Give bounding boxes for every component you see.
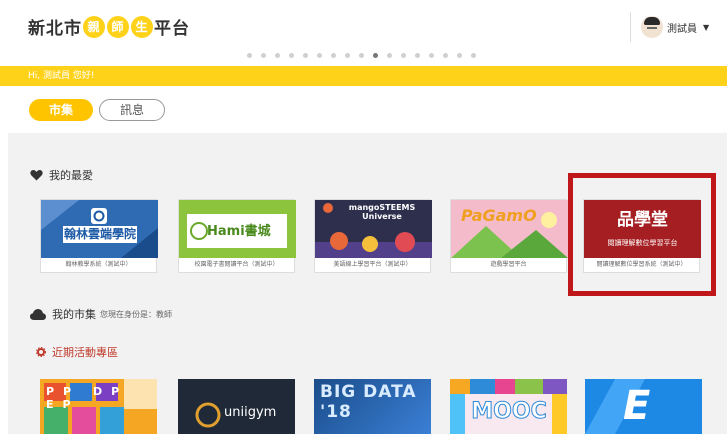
carousel-dot[interactable]: [289, 53, 294, 58]
app-card-name: 翰林雲端學院: [64, 227, 137, 241]
tile-label: BIG DATA '18: [320, 382, 417, 422]
highlight-box: [568, 173, 716, 296]
tile-label: PP DP EP: [46, 385, 129, 411]
app-card-image: Hami書城: [179, 200, 296, 258]
favorites-heading: 我的最愛: [30, 167, 93, 183]
carousel-dot[interactable]: [247, 53, 252, 58]
app-card-name: Hami書城: [207, 224, 271, 239]
event-tile-e[interactable]: E: [585, 379, 702, 434]
event-tile-bigdata[interactable]: BIG DATA '18: [314, 379, 431, 434]
carousel-dot[interactable]: [317, 53, 322, 58]
app-card-image: mangoSTEEMS Universe: [315, 200, 432, 258]
top-header: 新北市 親 師 生 平台 測試員 ▼: [0, 0, 727, 60]
favorites-title: 我的最愛: [49, 169, 93, 182]
event-tile-ppdpep[interactable]: PP DP EP: [40, 379, 157, 434]
tab-bar: 市集 訊息: [29, 99, 171, 121]
tab-market[interactable]: 市集: [29, 99, 93, 121]
carousel-dot[interactable]: [303, 53, 308, 58]
heart-icon: [30, 170, 43, 181]
event-tile-uniigym[interactable]: uniigym: [178, 379, 295, 434]
carousel-dot[interactable]: [345, 53, 350, 58]
carousel-dot[interactable]: [261, 53, 266, 58]
brand-prefix: 新北市: [28, 19, 82, 39]
carousel-dot[interactable]: [415, 53, 420, 58]
carousel-dot[interactable]: [359, 53, 364, 58]
event-tile-mooc[interactable]: MOOC: [450, 379, 567, 434]
app-card-image: PaGamO: [451, 200, 568, 258]
chevron-down-icon: ▼: [703, 22, 710, 32]
site-logo[interactable]: 新北市 親 師 生 平台: [28, 14, 190, 39]
events-heading[interactable]: 近期活動專區: [36, 344, 118, 360]
carousel-dot[interactable]: [471, 53, 476, 58]
user-name: 測試員: [667, 23, 697, 35]
app-card-name: PaGamO: [461, 206, 537, 225]
app-card-name: mangoSTEEMS Universe: [348, 203, 416, 221]
market-heading: 我的市集 您現在身份是：教師: [30, 306, 172, 322]
tile-label: MOOC: [471, 399, 547, 425]
app-card-mango[interactable]: mangoSTEEMS Universe 美語線上學習平台（測試中）: [314, 199, 432, 273]
carousel-dot[interactable]: [429, 53, 434, 58]
cloud-icon: [30, 308, 46, 320]
app-card-caption: 遊戲學習平台: [490, 261, 527, 268]
carousel-pagination: [247, 53, 485, 58]
user-role-label: 您現在身份是：教師: [100, 309, 172, 319]
carousel-dot[interactable]: [387, 53, 392, 58]
carousel-dot[interactable]: [275, 53, 280, 58]
app-card-hanlin[interactable]: 翰林雲端學院 翰林教學系統（測試中）: [40, 199, 158, 273]
tab-messages[interactable]: 訊息: [99, 99, 165, 121]
user-menu[interactable]: 測試員 ▼: [630, 12, 709, 42]
carousel-dot[interactable]: [331, 53, 336, 58]
events-title: 近期活動專區: [52, 346, 118, 359]
app-card-pagamo[interactable]: PaGamO 遊戲學習平台: [450, 199, 568, 273]
greeting-banner: Hi, 測試員 您好!: [0, 66, 727, 86]
gear-icon: [36, 347, 46, 357]
app-card-caption: 校園電子書閱讀平台（測試中）: [194, 261, 279, 268]
app-card-caption: 翰林教學系統（測試中）: [65, 261, 132, 268]
market-title: 我的市集: [52, 308, 96, 321]
brand-circle-1: 親: [83, 15, 105, 38]
carousel-dot[interactable]: [443, 53, 448, 58]
app-card-caption: 美語線上學習平台（測試中）: [333, 261, 412, 268]
carousel-dot-active[interactable]: [373, 53, 378, 58]
tile-label: uniigym: [224, 405, 277, 420]
avatar: [641, 16, 663, 38]
brand-circle-2: 師: [107, 15, 129, 38]
carousel-dot[interactable]: [401, 53, 406, 58]
app-card-hami[interactable]: Hami書城 校園電子書閱讀平台（測試中）: [178, 199, 296, 273]
brand-circle-3: 生: [131, 15, 153, 38]
app-card-image: 翰林雲端學院: [41, 200, 158, 258]
tile-label: E: [623, 383, 651, 429]
carousel-dot[interactable]: [457, 53, 462, 58]
brand-suffix: 平台: [154, 19, 190, 39]
